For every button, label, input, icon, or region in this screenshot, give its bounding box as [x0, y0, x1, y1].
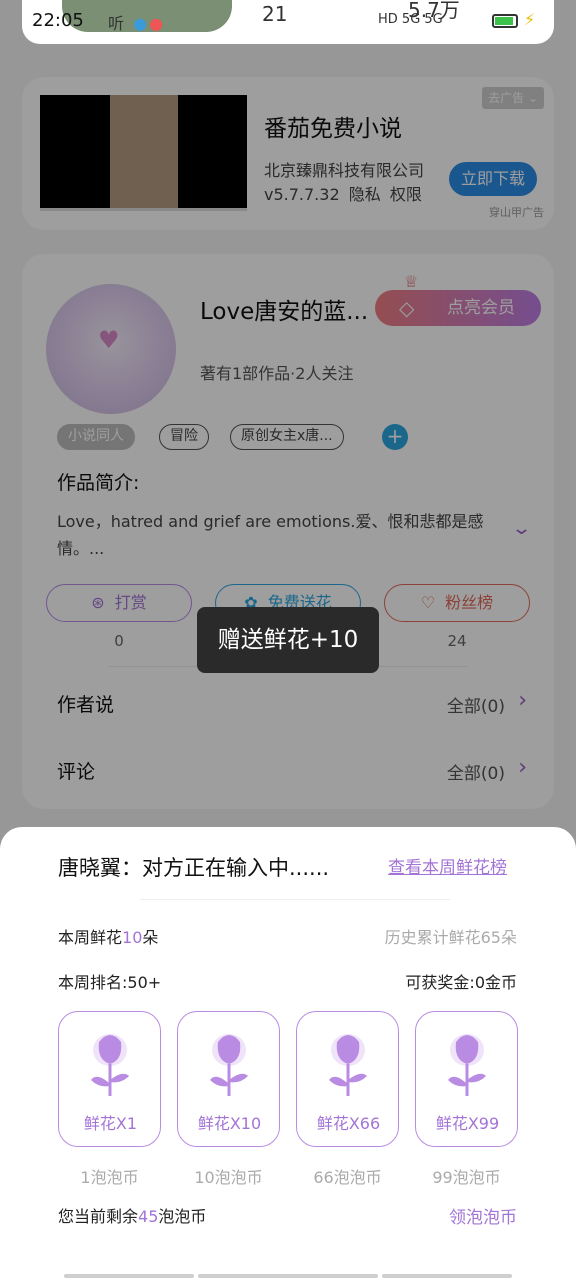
flower-price: 1泡泡币: [80, 1168, 139, 1187]
flower-option-1[interactable]: 鲜花X1: [58, 1011, 161, 1147]
status-time: 22:05: [32, 10, 84, 31]
coin-balance: 您当前剩余45泡泡币: [58, 1207, 207, 1226]
weekly-flowers: 本周鲜花10朵: [58, 928, 159, 947]
weekly-rank: 本周排名:50+: [58, 973, 162, 992]
tulip-icon: [329, 1034, 367, 1096]
flower-price: 66泡泡币: [313, 1168, 382, 1187]
status-center-text: 21: [262, 2, 288, 26]
nav-handle: [382, 1274, 512, 1278]
weekly-rank-link[interactable]: 查看本周鲜花榜: [388, 853, 507, 878]
reward-amount: 可获奖金:0金币: [405, 973, 517, 992]
nav-handle: [198, 1274, 378, 1278]
status-bar: 22:05 听 ●● 21 5.7万 HD 5G 5G ⚡: [22, 0, 554, 44]
flower-price: 10泡泡币: [194, 1168, 263, 1187]
nav-handle: [64, 1274, 194, 1278]
history-flowers: 历史累计鲜花65朵: [384, 928, 517, 947]
flower-option-99[interactable]: 鲜花X99: [415, 1011, 518, 1147]
flower-option-label: 鲜花X99: [435, 1114, 500, 1133]
flower-option-66[interactable]: 鲜花X66: [296, 1011, 399, 1147]
status-notification-icons: 听 ●●: [108, 14, 166, 33]
flower-option-label: 鲜花X10: [197, 1114, 262, 1133]
tulip-icon: [448, 1034, 486, 1096]
status-network: HD 5G 5G: [378, 12, 443, 27]
flower-option-label: 鲜花X66: [316, 1114, 381, 1133]
tulip-icon: [210, 1034, 248, 1096]
battery-icon: [492, 14, 518, 28]
charging-icon: ⚡: [524, 10, 536, 29]
flower-option-label: 鲜花X1: [83, 1114, 138, 1133]
flower-gift-sheet: 唐晓翼：对方正在输入中...... 查看本周鲜花榜 本周鲜花10朵 历史累计鲜花…: [0, 827, 576, 1280]
toast-message: 赠送鲜花+10: [197, 607, 379, 673]
divider: [140, 899, 450, 900]
flower-option-10[interactable]: 鲜花X10: [177, 1011, 280, 1147]
get-coins-link[interactable]: 领泡泡币: [449, 1203, 517, 1228]
sheet-title: 唐晓翼：对方正在输入中......: [58, 856, 330, 880]
flower-price: 99泡泡币: [432, 1168, 501, 1187]
tulip-icon: [91, 1034, 129, 1096]
